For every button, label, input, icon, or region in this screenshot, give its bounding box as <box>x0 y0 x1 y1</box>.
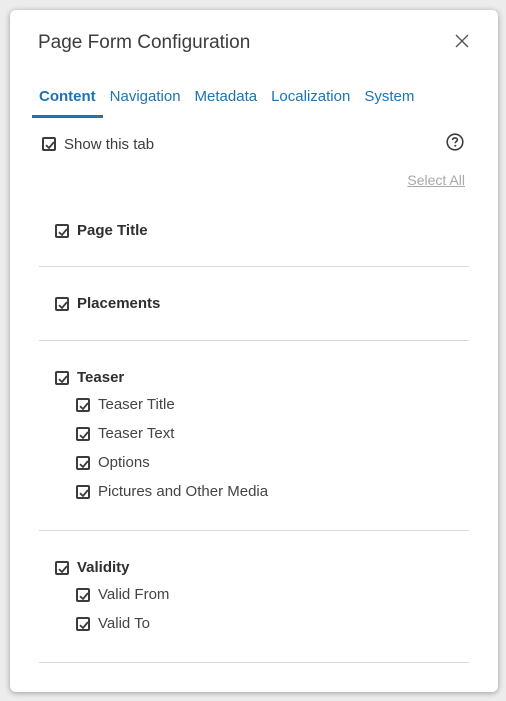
item-label: Valid From <box>98 586 170 603</box>
item-label: Teaser Text <box>98 425 175 442</box>
section-placements: Placements <box>39 267 469 341</box>
tab-bar: Content Navigation Metadata Localization… <box>32 86 421 118</box>
list-item: Options <box>76 454 150 471</box>
section-header-row: Teaser <box>55 369 124 386</box>
help-circle-icon[interactable] <box>446 133 464 151</box>
list-item: Teaser Text <box>76 425 174 442</box>
placements-checkbox[interactable] <box>55 296 69 311</box>
validity-checkbox[interactable] <box>55 560 69 575</box>
section-page-title: Page Title <box>39 206 469 267</box>
show-this-tab-row: Show this tab <box>42 134 154 154</box>
teaser-title-checkbox[interactable] <box>76 397 90 412</box>
show-this-tab-label: Show this tab <box>64 135 155 153</box>
section-header-row: Validity <box>55 559 130 576</box>
list-item: Valid From <box>76 586 169 603</box>
valid-from-checkbox[interactable] <box>76 587 90 602</box>
section-label: Page Title <box>77 222 148 239</box>
tab-system[interactable]: System <box>357 86 421 114</box>
options-checkbox[interactable] <box>76 455 90 470</box>
item-label: Valid To <box>98 615 150 632</box>
tab-content[interactable]: Content <box>32 86 103 118</box>
list-item: Valid To <box>76 615 150 632</box>
item-label: Options <box>98 454 150 471</box>
item-label: Teaser Title <box>98 396 175 413</box>
section-label: Teaser <box>77 369 125 386</box>
dialog-title: Page Form Configuration <box>38 32 251 53</box>
page-form-configuration-dialog: Page Form Configuration Content Navigati… <box>10 10 498 692</box>
valid-to-checkbox[interactable] <box>76 616 90 631</box>
item-label: Pictures and Other Media <box>98 483 269 500</box>
list-item: Teaser Title <box>76 396 175 413</box>
page-title-checkbox[interactable] <box>55 223 69 238</box>
section-teaser: Teaser Teaser Title Teaser Text Options … <box>39 341 469 531</box>
section-header-row: Placements <box>55 295 160 312</box>
show-this-tab-checkbox[interactable] <box>42 137 56 151</box>
teaser-text-checkbox[interactable] <box>76 426 90 441</box>
select-all-link[interactable]: Select All <box>407 172 465 188</box>
teaser-checkbox[interactable] <box>55 370 69 385</box>
pictures-and-other-media-checkbox[interactable] <box>76 484 90 499</box>
section-validity: Validity Valid From Valid To <box>39 531 469 663</box>
section-label: Placements <box>77 295 161 312</box>
tab-localization[interactable]: Localization <box>264 86 357 114</box>
list-item: Pictures and Other Media <box>76 483 268 500</box>
section-header-row: Page Title <box>55 222 148 239</box>
section-label: Validity <box>77 559 130 576</box>
tab-metadata[interactable]: Metadata <box>188 86 265 114</box>
tab-navigation[interactable]: Navigation <box>103 86 188 114</box>
close-icon[interactable] <box>454 33 470 49</box>
